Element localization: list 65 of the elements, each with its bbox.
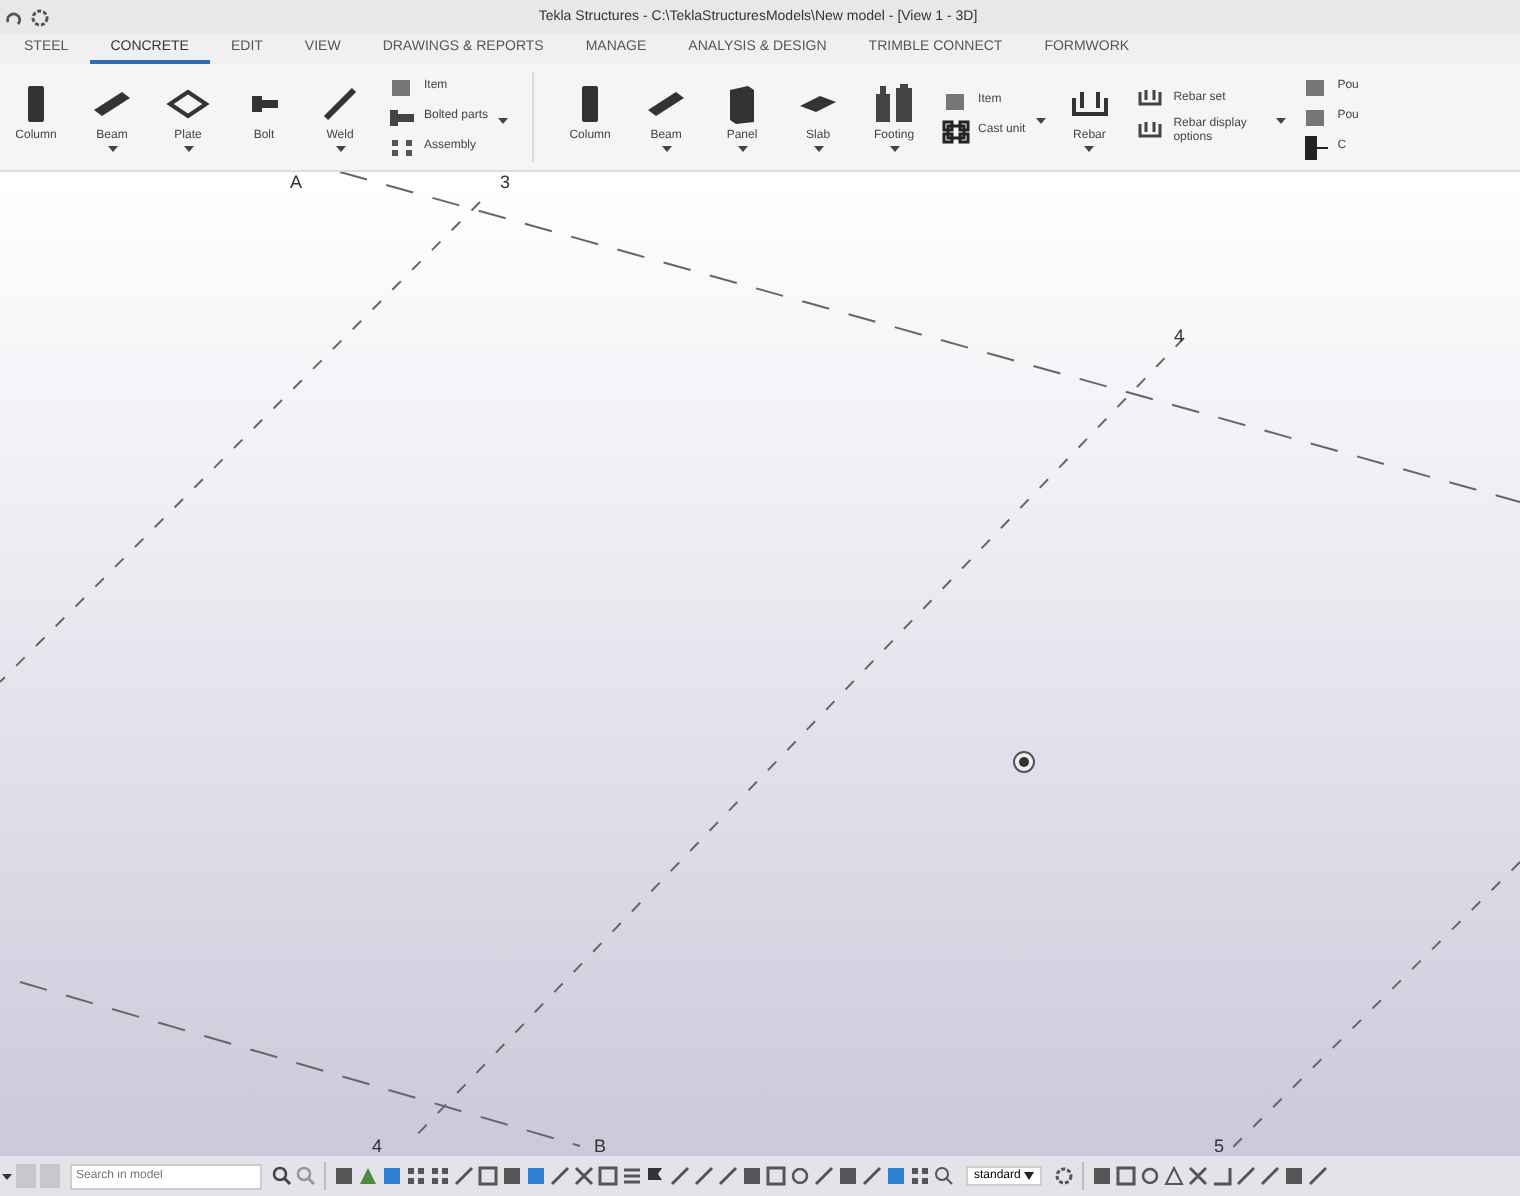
caret-icon[interactable] xyxy=(335,146,345,152)
circle-icon[interactable] xyxy=(1140,1166,1161,1186)
caret-icon[interactable] xyxy=(813,146,824,152)
cross-icon[interactable] xyxy=(574,1166,594,1186)
pencil-icon[interactable] xyxy=(814,1166,834,1186)
weld-icon xyxy=(318,82,362,126)
dots-icon[interactable] xyxy=(430,1166,450,1186)
caret-icon[interactable] xyxy=(2,1171,12,1181)
model-view[interactable]: A 3 4 4 B 5 xyxy=(0,172,1520,1156)
flag-icon[interactable] xyxy=(646,1166,666,1186)
pencil-icon[interactable] xyxy=(862,1166,882,1186)
caret-icon xyxy=(1024,1172,1035,1180)
caret-icon[interactable] xyxy=(107,146,117,152)
triangle-icon[interactable] xyxy=(1164,1166,1185,1186)
triangle-icon[interactable] xyxy=(358,1166,378,1186)
caret-icon[interactable] xyxy=(737,146,748,152)
gear-icon[interactable] xyxy=(30,7,50,27)
frame-icon[interactable] xyxy=(478,1166,498,1186)
square-icon xyxy=(1301,75,1330,99)
cross-icon[interactable] xyxy=(1188,1166,1209,1186)
grid-label: 3 xyxy=(500,172,511,192)
square-icon[interactable] xyxy=(502,1166,522,1186)
square-icon xyxy=(388,75,416,99)
pencil-icon[interactable] xyxy=(1236,1166,1257,1186)
grid-label: B xyxy=(594,1136,607,1156)
pencil-icon[interactable] xyxy=(1308,1166,1329,1186)
search-icon[interactable] xyxy=(934,1166,954,1186)
list-icon[interactable] xyxy=(622,1166,642,1186)
grid-label: 4 xyxy=(1174,326,1185,346)
frame-icon[interactable] xyxy=(766,1166,786,1186)
circle-icon[interactable] xyxy=(790,1166,810,1186)
grid-icon[interactable] xyxy=(406,1166,426,1186)
caret-icon[interactable] xyxy=(1035,117,1046,123)
frame-icon[interactable] xyxy=(1116,1166,1137,1186)
line-icon[interactable] xyxy=(454,1166,474,1186)
gear-icon[interactable] xyxy=(1054,1166,1075,1186)
grid-label: 4 xyxy=(372,1136,383,1156)
caret-icon[interactable] xyxy=(183,146,193,152)
pencil-icon[interactable] xyxy=(550,1166,570,1186)
undo-icon[interactable] xyxy=(4,7,24,27)
caret-icon[interactable] xyxy=(889,146,900,152)
search-icon[interactable] xyxy=(272,1166,292,1186)
pencil-icon[interactable] xyxy=(1260,1166,1281,1186)
cut-icon xyxy=(1301,135,1330,159)
caret-icon[interactable] xyxy=(1275,117,1286,123)
rebar-icon xyxy=(1137,120,1166,144)
caret-icon[interactable] xyxy=(498,117,509,123)
grid-icon[interactable] xyxy=(910,1166,930,1186)
square-icon[interactable] xyxy=(1092,1166,1113,1186)
frame-icon xyxy=(942,120,971,144)
rebar-icon xyxy=(1137,87,1166,112)
square-icon[interactable] xyxy=(1284,1166,1305,1186)
grid-label: 5 xyxy=(1214,1136,1225,1156)
square-icon[interactable] xyxy=(838,1166,858,1186)
origin-marker xyxy=(1013,751,1035,773)
grid-icon xyxy=(388,135,416,159)
caret-icon[interactable] xyxy=(1084,146,1095,152)
caret-icon[interactable] xyxy=(661,146,672,152)
frame-icon[interactable] xyxy=(598,1166,618,1186)
square-icon[interactable] xyxy=(742,1166,762,1186)
footing-icon xyxy=(872,82,917,126)
corner-icon[interactable] xyxy=(1212,1166,1233,1186)
bolt-icon xyxy=(388,105,416,129)
square-icon xyxy=(1301,105,1330,129)
grid-label: A xyxy=(290,172,303,192)
